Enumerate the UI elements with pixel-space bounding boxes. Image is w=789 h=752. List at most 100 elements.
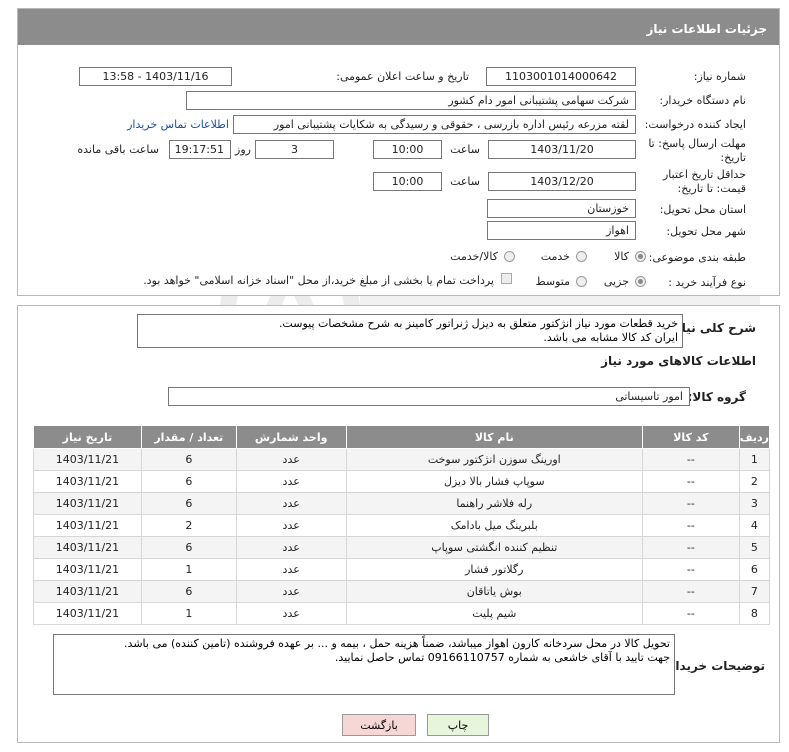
- city-label: شهر محل تحویل:: [666, 225, 746, 238]
- category-service-radio[interactable]: [576, 251, 587, 262]
- treasury-payment-note: پرداخت تمام یا بخشی از مبلغ خرید،از محل …: [143, 274, 494, 287]
- requester-field: لقته مزرعه رئیس اداره بازرسی ، حقوقی و ر…: [233, 115, 636, 134]
- cell-item-code: --: [641, 492, 740, 515]
- cell-row-number: 3: [738, 492, 771, 515]
- cell-unit: عدد: [235, 558, 347, 581]
- cell-need-date: 1403/11/21: [33, 580, 142, 603]
- cell-need-date: 1403/11/21: [33, 492, 142, 515]
- cell-unit: عدد: [235, 514, 347, 537]
- cell-item-code: --: [641, 470, 740, 493]
- goods-group-label: گروه کالا:: [687, 390, 746, 404]
- table-row: 7 -- بوش یاتاقان عدد 6 1403/11/21: [33, 580, 771, 603]
- validity-time-label: ساعت: [450, 175, 480, 188]
- cell-item-name: رگلاتور فشار: [345, 558, 643, 581]
- cell-item-name: بلبرینگ میل بادامک: [345, 514, 643, 537]
- process-medium-radio[interactable]: [576, 276, 587, 287]
- cell-item-name: تنظیم کننده انگشتی سوپاپ: [345, 536, 643, 559]
- announce-date-label: تاریخ و ساعت اعلان عمومی:: [336, 70, 469, 83]
- category-label: طبقه بندی موضوعی:: [648, 251, 746, 264]
- process-label: نوع فرآیند خرید :: [668, 276, 746, 289]
- cell-unit: عدد: [235, 580, 347, 603]
- cell-quantity: 6: [140, 448, 237, 471]
- buyer-notes-label: توضیحات خریدار:: [663, 659, 765, 673]
- goods-section-title: اطلاعات کالاهای مورد نیاز: [601, 354, 756, 368]
- table-row: 2 -- سوپاپ فشار بالا دیزل عدد 6 1403/11/21: [33, 470, 771, 493]
- col-unit: واحد شمارش: [235, 425, 347, 449]
- cell-need-date: 1403/11/21: [33, 602, 142, 625]
- cell-quantity: 1: [140, 602, 237, 625]
- cell-unit: عدد: [235, 470, 347, 493]
- deadline-label: مهلت ارسال پاسخ: تا تاریخ:: [648, 137, 746, 164]
- cell-row-number: 7: [738, 580, 771, 603]
- cell-unit: عدد: [235, 536, 347, 559]
- province-field: خوزستان: [487, 199, 636, 218]
- cell-item-code: --: [641, 558, 740, 581]
- cell-row-number: 8: [738, 602, 771, 625]
- cell-row-number: 6: [738, 558, 771, 581]
- table-row: 4 -- بلبرینگ میل بادامک عدد 2 1403/11/21: [33, 514, 771, 537]
- buyer-contact-link[interactable]: اطلاعات تماس خریدار: [127, 118, 229, 131]
- cell-item-code: --: [641, 536, 740, 559]
- deadline-date-field: 1403/11/20: [488, 140, 636, 159]
- treasury-payment-checkbox[interactable]: [501, 273, 512, 284]
- cell-item-name: رله فلاشر راهنما: [345, 492, 643, 515]
- cell-item-code: --: [641, 580, 740, 603]
- col-row-number: ردیف: [738, 425, 771, 449]
- cell-unit: عدد: [235, 448, 347, 471]
- cell-need-date: 1403/11/21: [33, 536, 142, 559]
- buyer-org-field: شرکت سهامی پشتیبانی امور دام کشور: [186, 91, 636, 110]
- cell-quantity: 6: [140, 470, 237, 493]
- goods-group-field: امور تاسیساتی: [168, 387, 690, 406]
- cell-quantity: 6: [140, 580, 237, 603]
- validity-label: حداقل تاریخ اعتبار قیمت: تا تاریخ:: [662, 168, 746, 195]
- validity-date-field: 1403/12/20: [488, 172, 636, 191]
- cell-need-date: 1403/11/21: [33, 470, 142, 493]
- buyer-notes-textarea[interactable]: [53, 634, 675, 695]
- announce-date-field: 1403/11/16 - 13:58: [79, 67, 232, 86]
- page-title: جزئیات اطلاعات نیاز: [18, 9, 779, 45]
- table-row: 8 -- شیم پلیت عدد 1 1403/11/21: [33, 602, 771, 625]
- description-textarea[interactable]: [137, 314, 683, 348]
- deadline-time-field: 10:00: [373, 140, 442, 159]
- cell-quantity: 1: [140, 558, 237, 581]
- table-row: 3 -- رله فلاشر راهنما عدد 6 1403/11/21: [33, 492, 771, 515]
- need-number-field: 1103001014000642: [486, 67, 636, 86]
- days-remaining-field: 3: [255, 140, 334, 159]
- cell-item-code: --: [641, 448, 740, 471]
- category-goods-label: کالا: [614, 250, 629, 263]
- table-row: 1 -- اورینگ سوزن انژکتور سوخت عدد 6 1403/11/2…: [33, 448, 771, 471]
- province-label: استان محل تحویل:: [659, 203, 746, 216]
- back-button[interactable]: بازگشت: [342, 714, 416, 736]
- cell-quantity: 6: [140, 492, 237, 515]
- cell-item-name: اورینگ سوزن انژکتور سوخت: [345, 448, 643, 471]
- process-partial-radio[interactable]: [635, 276, 646, 287]
- col-item-name: نام کالا: [345, 425, 643, 449]
- need-number-label: شماره نیاز:: [693, 70, 746, 83]
- goods-table: ردیف کد کالا نام کالا واحد شمارش تعداد /…: [33, 425, 771, 625]
- category-goods-service-radio[interactable]: [504, 251, 515, 262]
- cell-quantity: 6: [140, 536, 237, 559]
- table-row: 6 -- رگلاتور فشار عدد 1 1403/11/21: [33, 558, 771, 581]
- remaining-time-field: 19:17:51: [169, 140, 231, 159]
- cell-unit: عدد: [235, 492, 347, 515]
- cell-row-number: 1: [738, 448, 771, 471]
- col-quantity: تعداد / مقدار: [140, 425, 237, 449]
- deadline-time-label: ساعت: [450, 143, 480, 156]
- goods-table-header: ردیف کد کالا نام کالا واحد شمارش تعداد /…: [33, 425, 771, 449]
- cell-quantity: 2: [140, 514, 237, 537]
- category-goods-service-label: کالا/خدمت: [450, 250, 498, 263]
- cell-item-name: شیم پلیت: [345, 602, 643, 625]
- cell-item-code: --: [641, 602, 740, 625]
- cell-row-number: 2: [738, 470, 771, 493]
- cell-need-date: 1403/11/21: [33, 514, 142, 537]
- category-goods-radio[interactable]: [635, 251, 646, 262]
- buyer-org-label: نام دستگاه خریدار:: [659, 94, 746, 107]
- process-medium-label: متوسط: [535, 275, 570, 288]
- cell-need-date: 1403/11/21: [33, 558, 142, 581]
- cell-item-code: --: [641, 514, 740, 537]
- remaining-time-label: ساعت باقی مانده: [77, 143, 159, 156]
- process-partial-label: جزیی: [603, 275, 629, 288]
- print-button[interactable]: چاپ: [427, 714, 489, 736]
- cell-need-date: 1403/11/21: [33, 448, 142, 471]
- requester-label: ایجاد کننده درخواست:: [644, 118, 746, 131]
